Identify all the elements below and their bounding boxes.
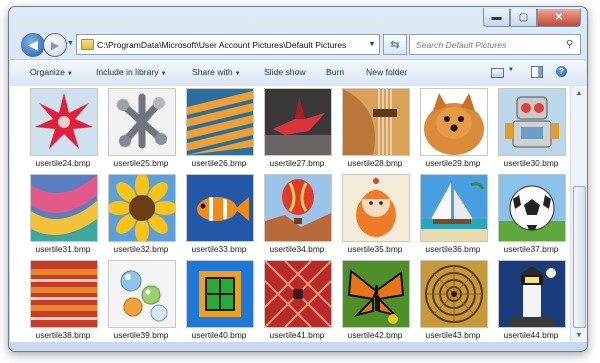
sunflower-thumbnail [108,174,176,242]
share-with-menu[interactable]: Share with ▼ [192,67,241,77]
scrollbar-thumb[interactable] [573,186,586,328]
pomeranian-dog-thumbnail [420,88,488,156]
origami-crane-thumbnail [264,88,332,156]
minimize-icon: ▬ [491,12,502,23]
preview-pane-icon[interactable] [531,66,543,78]
hot-air-balloon-thumbnail [264,174,332,242]
toy-robot-thumbnail [498,88,566,156]
clownfish-thumbnail [186,174,254,242]
caption-buttons: ▬ ▢ ✕ [483,9,581,27]
folder-icon [81,39,94,50]
include-in-library-label: Include in library [96,67,159,77]
forward-arrow-icon: ▶ [50,39,60,52]
file-name: usertile39.bmp [113,330,169,340]
file-list: usertile24.bmp usertile25.bmp usertile26… [10,86,570,342]
search-icon[interactable]: ⚲ [566,39,580,50]
file-name: usertile31.bmp [35,244,91,254]
close-icon: ✕ [554,12,564,23]
minimize-button[interactable]: ▬ [483,9,510,27]
address-bar[interactable]: C:\ProgramData\Microsoft\User Account Pi… [76,34,380,55]
file-name: usertile41.bmp [269,330,325,340]
file-name: usertile25.bmp [113,158,169,168]
vertical-scrollbar[interactable]: ▲ ▼ [570,86,587,342]
chevron-down-icon: ▼ [66,71,73,77]
address-path[interactable]: C:\ProgramData\Microsoft\User Account Pi… [97,40,365,50]
red-woven-textile-thumbnail [264,260,332,328]
sailboat-thumbnail [420,174,488,242]
file-name: usertile24.bmp [35,158,91,168]
search-input[interactable]: Search Default Pictures [410,40,566,50]
search-box[interactable]: Search Default Pictures ⚲ [409,34,581,55]
explorer-window: ▬ ▢ ✕ ◀ ▶ ▼ C:\ProgramData\Microsoft\Use… [8,6,588,352]
guitar-thumbnail [342,88,410,156]
colorful-scarf-thumbnail [30,174,98,242]
maximize-button[interactable]: ▢ [510,9,537,27]
view-options-dropdown[interactable]: ▼ [508,67,514,73]
maximize-icon: ▢ [518,12,529,23]
refresh-button[interactable]: ⇆ [383,34,407,55]
chevron-down-icon: ▼ [234,71,241,77]
metal-jacks-thumbnail [108,88,176,156]
file-name: usertile43.bmp [425,330,481,340]
scroll-up-icon[interactable]: ▲ [571,86,587,100]
refresh-icon: ⇆ [390,39,400,51]
file-name: usertile26.bmp [191,158,247,168]
file-name: usertile32.bmp [113,244,169,254]
file-name: usertile36.bmp [425,244,481,254]
orange-stairs-thumbnail [186,88,254,156]
address-dropdown[interactable]: ▼ [365,41,379,48]
forward-button[interactable]: ▶ [43,33,67,57]
back-arrow-icon: ◀ [28,37,38,52]
organize-label: Organize [30,67,65,77]
command-bar: Organize ▼ Include in library ▼ Share with… [10,59,586,87]
share-with-label: Share with [192,67,233,77]
file-name: usertile34.bmp [269,244,325,254]
file-name: usertile42.bmp [347,330,403,340]
file-name: usertile29.bmp [425,158,481,168]
file-name: usertile44.bmp [503,330,559,340]
file-name: usertile33.bmp [191,244,247,254]
file-name: usertile38.bmp [35,330,91,340]
help-icon[interactable]: ? [556,66,567,77]
glass-marbles-thumbnail [108,260,176,328]
new-folder-button[interactable]: New folder [366,67,407,77]
file-name: usertile30.bmp [503,158,559,168]
burn-button[interactable]: Burn [326,67,344,77]
scroll-down-icon[interactable]: ▼ [571,328,587,342]
close-button[interactable]: ✕ [537,9,581,27]
back-button[interactable]: ◀ [21,33,45,57]
monarch-butterfly-thumbnail [342,260,410,328]
soccer-ball-thumbnail [498,174,566,242]
file-name: usertile37.bmp [503,244,559,254]
chevron-down-icon: ▼ [160,71,167,77]
striped-fabric-thumbnail [30,260,98,328]
doll-figure-thumbnail [342,174,410,242]
file-name: usertile40.bmp [191,330,247,340]
organize-menu[interactable]: Organize ▼ [30,67,73,77]
change-view-icon[interactable] [491,68,504,78]
file-name: usertile27.bmp [269,158,325,168]
red-star-flower-thumbnail [30,88,98,156]
lighthouse-thumbnail [498,260,566,328]
file-name: usertile28.bmp [347,158,403,168]
navigation-bar: ◀ ▶ ▼ C:\ProgramData\Microsoft\User Acco… [15,31,581,57]
slide-show-button[interactable]: Slide show [264,67,306,77]
green-window-thumbnail [186,260,254,328]
recent-pages-dropdown[interactable]: ▼ [67,40,74,47]
spiral-staircase-thumbnail [420,260,488,328]
include-in-library-menu[interactable]: Include in library ▼ [96,67,167,77]
file-name: usertile35.bmp [347,244,403,254]
